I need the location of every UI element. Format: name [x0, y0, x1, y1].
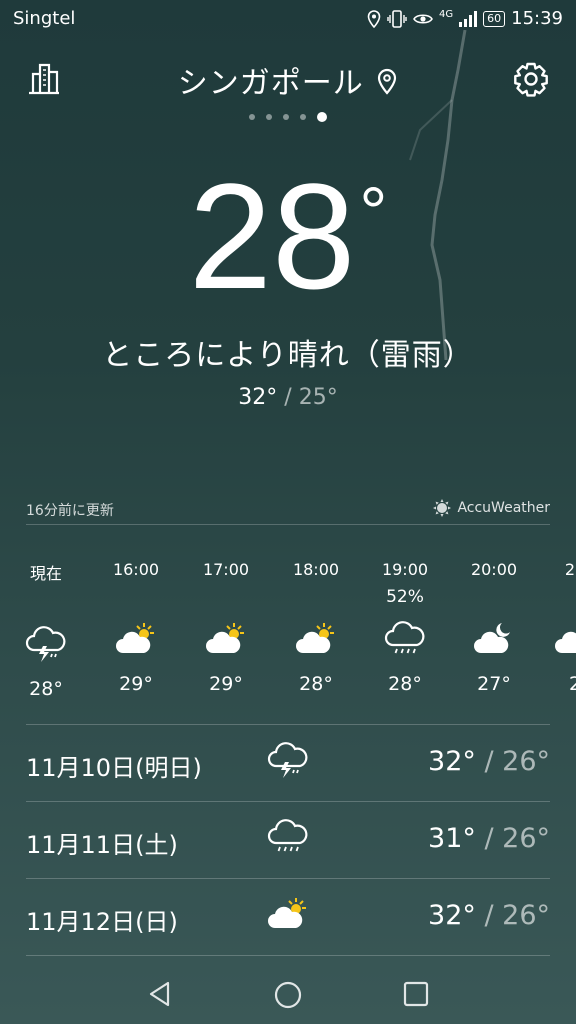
eye-comfort-icon	[413, 13, 433, 24]
hourly-item: 16:00 29°	[101, 560, 171, 695]
location-pin-icon	[378, 68, 397, 95]
last-updated: 16分前に更新	[26, 503, 114, 519]
hour-temp: 28°	[29, 678, 63, 700]
today-high: 32°	[238, 385, 278, 410]
provider-link[interactable]: AccuWeather	[433, 499, 550, 517]
navigation-bar	[0, 960, 576, 1024]
cloud-icon	[540, 615, 576, 663]
high-low-separator: /	[277, 385, 299, 410]
hour-temp: 29°	[119, 673, 153, 695]
battery-indicator: 60	[483, 10, 506, 27]
hourly-item: 19:00 52% 28°	[370, 560, 440, 695]
home-icon[interactable]	[273, 980, 303, 1010]
weather-condition: ところにより晴れ（雷雨）	[102, 338, 474, 373]
day-high-low: 32° / 26°	[428, 746, 550, 777]
page-dot[interactable]	[249, 114, 255, 120]
rain-icon	[266, 815, 310, 859]
degree-symbol: °	[359, 173, 388, 251]
city-title[interactable]: シンガポール	[0, 58, 576, 102]
day-date: 11月12日(日)	[26, 908, 178, 936]
clock: 15:39	[511, 8, 563, 29]
daily-row[interactable]: 11月10日(明日) 32° / 26°	[0, 726, 576, 802]
day-date: 11月11日(土)	[26, 831, 178, 859]
day-high-low: 31° / 26°	[428, 823, 550, 854]
back-icon[interactable]	[146, 980, 174, 1008]
day-low: 26°	[502, 746, 550, 777]
day-separator: /	[475, 900, 503, 931]
hour-time: 現在	[29, 564, 62, 583]
daily-row[interactable]: 11月12日(日) 32° / 26°	[0, 880, 576, 956]
vibrate-icon	[387, 9, 407, 28]
hour-time: 21	[564, 560, 576, 579]
rain-icon	[370, 615, 440, 663]
hourly-item: 18:00 28°	[281, 560, 351, 695]
page-indicator	[0, 112, 576, 122]
network-type: 4G	[439, 9, 454, 20]
hour-temp: 28°	[299, 673, 333, 695]
hour-temp: 28°	[388, 673, 422, 695]
temperature-value: 28	[188, 152, 356, 320]
hour-time: 16:00	[112, 560, 160, 579]
divider	[26, 801, 550, 802]
daily-row[interactable]: 11月11日(土) 31° / 26°	[0, 803, 576, 879]
hour-precip	[11, 592, 81, 614]
day-separator: /	[475, 823, 503, 854]
divider	[26, 524, 550, 525]
signal-icon	[459, 10, 478, 27]
day-separator: /	[475, 746, 503, 777]
day-high: 31°	[428, 823, 476, 854]
hourly-item: 17:00 29°	[191, 560, 261, 695]
hour-time: 17:00	[202, 560, 250, 579]
day-high-low: 32° / 26°	[428, 900, 550, 931]
hour-time: 18:00	[292, 560, 340, 579]
city-name: シンガポール	[177, 66, 364, 101]
hour-temp: 2	[568, 673, 576, 695]
day-high: 32°	[428, 900, 476, 931]
hour-precip	[281, 587, 351, 609]
day-high: 32°	[428, 746, 476, 777]
hourly-item: 現在 28°	[11, 560, 81, 700]
hour-precip	[101, 587, 171, 609]
location-status-icon	[367, 9, 381, 28]
provider-name: AccuWeather	[457, 500, 550, 516]
partly-sunny-icon	[281, 615, 351, 663]
hour-time: 20:00	[470, 560, 518, 579]
partly-sunny-icon	[191, 615, 261, 663]
hour-time: 19:00	[381, 560, 429, 579]
hour-temp: 27°	[477, 673, 511, 695]
recents-icon[interactable]	[403, 981, 429, 1007]
page-dot[interactable]	[266, 114, 272, 120]
hourly-item: 20:00 27°	[459, 560, 529, 695]
hour-precip	[459, 587, 529, 609]
accuweather-sun-icon	[433, 499, 452, 517]
gear-icon	[514, 62, 548, 97]
current-temperature: 28°	[0, 150, 576, 323]
thunderstorm-icon	[266, 738, 310, 782]
hour-precip	[540, 587, 576, 609]
divider	[26, 955, 550, 956]
page-dot-active[interactable]	[317, 112, 327, 122]
hour-temp: 29°	[209, 673, 243, 695]
day-low: 26°	[502, 823, 550, 854]
divider	[26, 878, 550, 879]
day-date: 11月10日(明日)	[26, 754, 202, 782]
day-low: 26°	[502, 900, 550, 931]
partly-cloudy-night-icon	[459, 615, 529, 663]
partly-sunny-icon	[101, 615, 171, 663]
thunderstorm-icon	[11, 620, 81, 668]
hour-precip	[191, 587, 261, 609]
status-icons: 4G 60 15:39	[367, 8, 563, 29]
today-high-low: 32° / 25°	[0, 385, 576, 410]
divider	[26, 724, 550, 725]
carrier-name: Singtel	[13, 8, 76, 29]
settings-button[interactable]	[513, 61, 549, 97]
hourly-item: 21 2	[540, 560, 576, 695]
page-dot[interactable]	[300, 114, 306, 120]
page-dot[interactable]	[283, 114, 289, 120]
today-low: 25°	[298, 385, 338, 410]
partly-sunny-icon	[266, 892, 310, 936]
hour-precip: 52%	[386, 587, 424, 607]
